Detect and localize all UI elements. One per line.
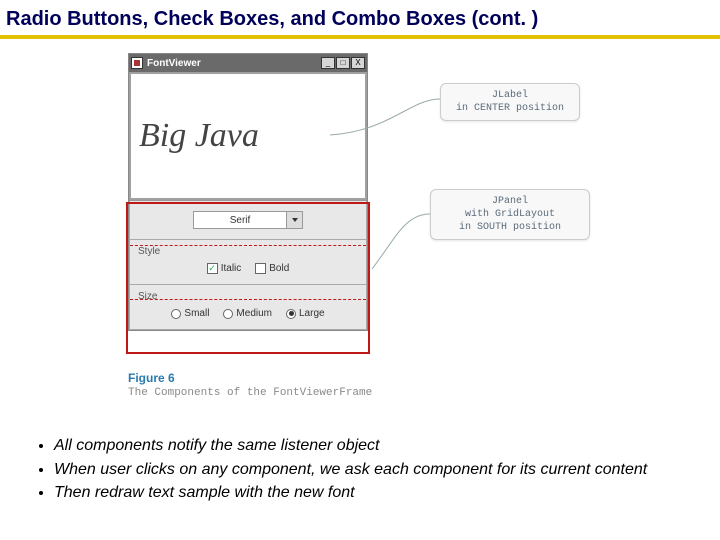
maximize-icon[interactable]: □: [336, 57, 350, 69]
south-panel: Serif Style ✓ Italic Bold: [129, 200, 367, 330]
figure-area: FontViewer _ □ X Big Java Serif Style: [0, 49, 720, 409]
font-sample-label: Big Java: [139, 117, 259, 155]
style-label: Style: [138, 246, 358, 257]
callout-line: in CENTER position: [451, 102, 569, 115]
bullet-item: Then redraw text sample with the new fon…: [54, 482, 690, 504]
font-sample-panel: Big Java: [129, 72, 367, 200]
large-radio-label: Large: [299, 308, 325, 319]
large-radio[interactable]: Large: [286, 308, 325, 319]
bold-checkbox-label: Bold: [269, 263, 289, 274]
small-radio[interactable]: Small: [171, 308, 209, 319]
figure-number: Figure 6: [128, 371, 175, 385]
callout-line: JPanel: [441, 195, 579, 208]
window-title: FontViewer: [147, 58, 201, 69]
radio-icon: [171, 309, 181, 319]
combo-selected-text: Serif: [194, 215, 286, 226]
callout-jlabel: JLabel in CENTER position: [440, 83, 580, 121]
font-family-row: Serif: [129, 201, 367, 240]
callout-line: JLabel: [451, 89, 569, 102]
app-icon: [131, 57, 143, 69]
size-row: Size Small Medium Large: [129, 285, 367, 330]
figure-caption: Figure 6 The Components of the FontViewe…: [128, 371, 372, 399]
bullet-list: All components notify the same listener …: [36, 435, 690, 506]
italic-checkbox[interactable]: ✓ Italic: [207, 263, 242, 274]
medium-radio-label: Medium: [236, 308, 272, 319]
medium-radio[interactable]: Medium: [223, 308, 272, 319]
radio-icon: [223, 309, 233, 319]
callout-line: with GridLayout: [441, 208, 579, 221]
callout-line: in SOUTH position: [441, 221, 579, 234]
titlebar-left: FontViewer: [131, 57, 201, 69]
checkbox-icon: [255, 263, 266, 274]
bullet-item: When user clicks on any component, we as…: [54, 459, 690, 481]
slide-title: Radio Buttons, Check Boxes, and Combo Bo…: [0, 0, 720, 35]
radio-icon: [286, 309, 296, 319]
checkbox-icon: ✓: [207, 263, 218, 274]
fontviewer-window: FontViewer _ □ X Big Java Serif Style: [128, 53, 368, 331]
title-underline: [0, 35, 720, 39]
font-family-combo[interactable]: Serif: [193, 211, 303, 229]
window-buttons: _ □ X: [321, 57, 365, 69]
close-icon[interactable]: X: [351, 57, 365, 69]
window-titlebar: FontViewer _ □ X: [129, 54, 367, 72]
bold-checkbox[interactable]: Bold: [255, 263, 289, 274]
minimize-icon[interactable]: _: [321, 57, 335, 69]
italic-checkbox-label: Italic: [221, 263, 242, 274]
size-label: Size: [138, 291, 358, 302]
chevron-down-icon[interactable]: [286, 212, 302, 228]
callout-jpanel: JPanel with GridLayout in SOUTH position: [430, 189, 590, 240]
figure-description: The Components of the FontViewerFrame: [128, 387, 372, 399]
small-radio-label: Small: [184, 308, 209, 319]
bullet-item: All components notify the same listener …: [54, 435, 690, 457]
style-row: Style ✓ Italic Bold: [129, 240, 367, 285]
